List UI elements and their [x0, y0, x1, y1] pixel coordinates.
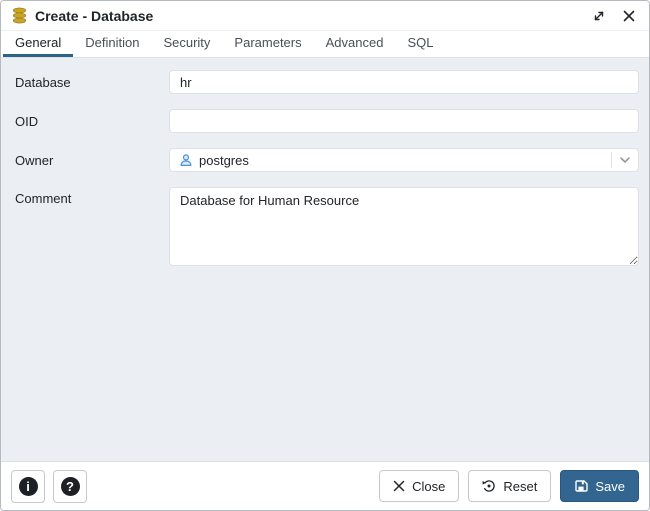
database-label: Database	[15, 74, 71, 90]
create-database-dialog: Create - Database General Definition Sec…	[0, 0, 650, 511]
tab-general[interactable]: General	[3, 31, 74, 57]
general-tab-panel: Database OID Owner postgres	[1, 58, 649, 461]
close-icon[interactable]	[622, 9, 635, 22]
comment-label: Comment	[15, 191, 72, 206]
save-button-label: Save	[595, 478, 625, 494]
save-button[interactable]: Save	[560, 470, 639, 502]
x-icon	[393, 480, 405, 492]
expand-icon[interactable]	[592, 9, 605, 22]
oid-row: OID	[1, 109, 649, 133]
tab-advanced[interactable]: Advanced	[314, 31, 396, 57]
reset-button-label: Reset	[503, 478, 538, 494]
close-button[interactable]: Close	[379, 470, 460, 502]
owner-select[interactable]: postgres	[169, 148, 639, 172]
close-button-label: Close	[412, 478, 446, 494]
dialog-title: Create - Database	[35, 7, 154, 24]
reset-icon	[482, 479, 496, 493]
tab-sql[interactable]: SQL	[395, 31, 445, 57]
owner-row: Owner postgres	[1, 148, 649, 172]
dialog-tabs: General Definition Security Parameters A…	[1, 31, 649, 58]
user-icon	[179, 153, 193, 167]
comment-row: Comment Database for Human Resource	[1, 187, 649, 266]
help-button[interactable]: ?	[53, 469, 87, 503]
database-icon	[11, 7, 28, 24]
database-row: Database	[1, 70, 649, 94]
dialog-footer: i ? Close Reset Save	[1, 461, 649, 510]
info-icon: i	[18, 476, 38, 496]
reset-button[interactable]: Reset	[468, 470, 552, 502]
tab-security[interactable]: Security	[151, 31, 222, 57]
database-input[interactable]	[169, 70, 639, 94]
dialog-titlebar: Create - Database	[1, 1, 649, 31]
owner-label: Owner	[15, 152, 54, 168]
comment-textarea[interactable]: Database for Human Resource	[169, 187, 639, 266]
help-icon: ?	[60, 476, 80, 496]
owner-value: postgres	[199, 152, 249, 168]
oid-label: OID	[15, 113, 39, 129]
oid-input[interactable]	[169, 109, 639, 133]
tab-parameters[interactable]: Parameters	[222, 31, 313, 57]
tab-definition[interactable]: Definition	[73, 31, 151, 57]
info-button[interactable]: i	[11, 469, 45, 503]
floppy-icon	[574, 479, 589, 493]
chevron-down-icon	[611, 152, 638, 168]
